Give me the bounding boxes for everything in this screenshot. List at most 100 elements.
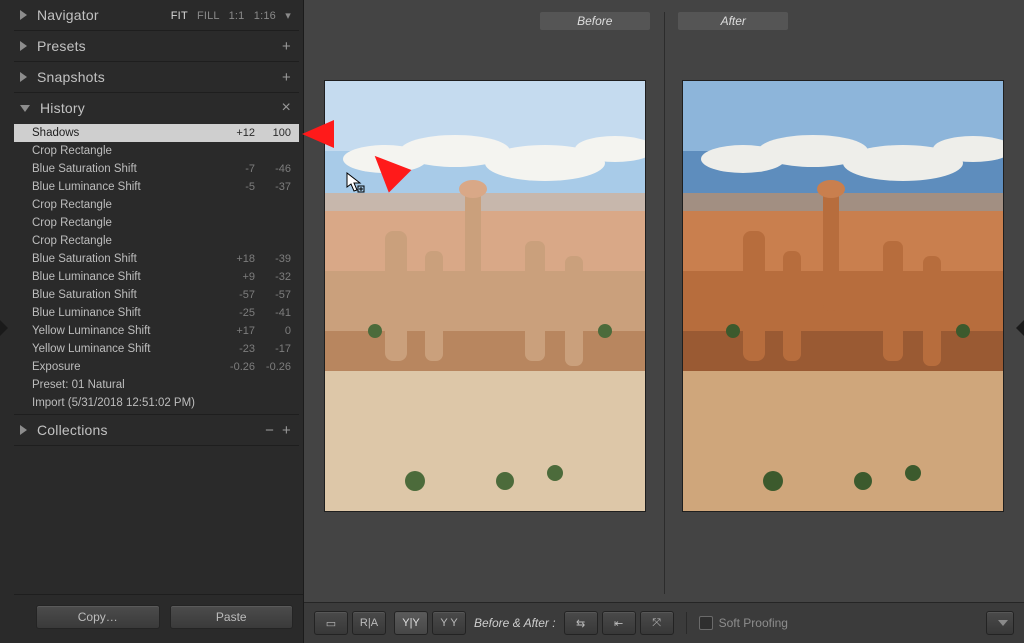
- history-row-value: -0.26: [255, 361, 291, 373]
- zoom-1to1[interactable]: 1:1: [229, 10, 245, 22]
- before-label: Before: [540, 12, 650, 30]
- toolbar-more-button[interactable]: [986, 611, 1014, 635]
- history-row-value: -57: [255, 289, 291, 301]
- history-row[interactable]: Blue Luminance Shift-25-41: [14, 304, 299, 322]
- history-row-name: Shadows: [32, 127, 215, 139]
- history-row-value: -32: [255, 271, 291, 283]
- history-row-name: Exposure: [32, 361, 215, 373]
- history-row-name: Yellow Luminance Shift: [32, 325, 215, 337]
- left-panel-footer: Copy… Paste: [14, 594, 303, 643]
- caret-down-icon: [998, 620, 1008, 626]
- history-row-name: Blue Luminance Shift: [32, 307, 215, 319]
- history-row[interactable]: Yellow Luminance Shift-23-17: [14, 340, 299, 358]
- copy-right-icon: ⤧: [652, 617, 661, 630]
- history-row[interactable]: Crop Rectangle: [14, 214, 299, 232]
- checkbox-icon: [699, 616, 713, 630]
- history-row-delta: +18: [215, 253, 255, 265]
- left-panel-toggle[interactable]: [0, 320, 8, 336]
- history-row-name: Blue Luminance Shift: [32, 271, 215, 283]
- history-row-name: Import (5/31/2018 12:51:02 PM): [32, 397, 215, 409]
- history-row-delta: -23: [215, 343, 255, 355]
- before-photo[interactable]: [324, 80, 646, 512]
- history-row[interactable]: Preset: 01 Natural: [14, 376, 299, 394]
- history-clear-icon[interactable]: ×: [281, 99, 291, 117]
- left-panel: Navigator FIT FILL 1:1 1:16 ▾ Presets: [0, 0, 304, 643]
- cursor-icon: [346, 172, 366, 194]
- history-row-delta: +9: [215, 271, 255, 283]
- toolbar: ▭ R|A Y|Y Y Y Before & After : ⇆ ⇤ ⤧ Sof…: [304, 602, 1024, 643]
- collections-add-icon[interactable]: +: [282, 422, 291, 439]
- copy-before-button[interactable]: ⇤: [602, 611, 636, 635]
- collections-section: Collections − +: [14, 415, 299, 446]
- history-row-name: Crop Rectangle: [32, 217, 215, 229]
- collections-remove-icon[interactable]: −: [265, 422, 274, 439]
- zoom-fit[interactable]: FIT: [171, 10, 188, 22]
- loupe-view-button[interactable]: ▭: [314, 611, 348, 635]
- paste-button[interactable]: Paste: [170, 605, 294, 629]
- disclosure-triangle-icon: [20, 41, 27, 51]
- disclosure-triangle-icon: [20, 425, 27, 435]
- zoom-fill[interactable]: FILL: [197, 10, 219, 22]
- snapshots-add-icon[interactable]: +: [282, 69, 291, 86]
- history-row[interactable]: Blue Saturation Shift+18-39: [14, 250, 299, 268]
- history-row-delta: -7: [215, 163, 255, 175]
- history-row-value: -41: [255, 307, 291, 319]
- navigator-header[interactable]: Navigator FIT FILL 1:1 1:16 ▾: [14, 0, 299, 30]
- before-after-tb-button[interactable]: Y Y: [432, 611, 466, 635]
- zoom-caret-icon[interactable]: ▾: [285, 10, 291, 22]
- paste-button-label: Paste: [216, 610, 247, 624]
- disclosure-triangle-icon: [20, 72, 27, 82]
- soft-proofing-label: Soft Proofing: [719, 616, 788, 630]
- history-row-delta: -57: [215, 289, 255, 301]
- before-after-lr-button[interactable]: Y|Y: [394, 611, 428, 635]
- history-header[interactable]: History ×: [14, 93, 299, 123]
- history-row-name: Yellow Luminance Shift: [32, 343, 215, 355]
- before-pane: Before: [316, 12, 654, 594]
- main-area: Before: [304, 0, 1024, 643]
- presets-add-icon[interactable]: +: [282, 38, 291, 55]
- history-row[interactable]: Blue Saturation Shift-7-46: [14, 160, 299, 178]
- presets-title: Presets: [37, 38, 86, 54]
- history-row[interactable]: Crop Rectangle: [14, 142, 299, 160]
- disclosure-triangle-icon: [20, 105, 30, 112]
- history-title: History: [40, 100, 85, 116]
- right-panel-toggle[interactable]: [1016, 320, 1024, 336]
- compare-row: Before: [304, 0, 1024, 602]
- history-row-value: -39: [255, 253, 291, 265]
- history-row[interactable]: Yellow Luminance Shift+170: [14, 322, 299, 340]
- history-row-delta: -5: [215, 181, 255, 193]
- soft-proofing-checkbox[interactable]: Soft Proofing: [699, 616, 788, 630]
- history-row-name: Blue Saturation Shift: [32, 253, 215, 265]
- zoom-group: FIT FILL 1:1 1:16 ▾: [165, 9, 291, 22]
- copy-button[interactable]: Copy…: [36, 605, 160, 629]
- pane-divider[interactable]: [664, 12, 665, 594]
- ref-view-button[interactable]: R|A: [352, 611, 386, 635]
- zoom-ratio[interactable]: 1:16: [254, 10, 276, 22]
- history-row[interactable]: Blue Saturation Shift-57-57: [14, 286, 299, 304]
- history-row-name: Blue Saturation Shift: [32, 163, 215, 175]
- history-section: History × Shadows+12100Crop RectangleBlu…: [14, 93, 299, 415]
- snapshots-section: Snapshots +: [14, 62, 299, 93]
- history-row[interactable]: Shadows+12100: [14, 124, 299, 142]
- history-row[interactable]: Crop Rectangle: [14, 196, 299, 214]
- history-row-name: Crop Rectangle: [32, 145, 215, 157]
- history-row[interactable]: Import (5/31/2018 12:51:02 PM): [14, 394, 299, 412]
- copy-after-button[interactable]: ⤧: [640, 611, 674, 635]
- snapshots-header[interactable]: Snapshots +: [14, 62, 299, 92]
- history-row-name: Blue Luminance Shift: [32, 181, 215, 193]
- presets-header[interactable]: Presets +: [14, 31, 299, 61]
- presets-section: Presets +: [14, 31, 299, 62]
- history-row-delta: -25: [215, 307, 255, 319]
- history-row[interactable]: Blue Luminance Shift-5-37: [14, 178, 299, 196]
- swap-icon: ⇆: [576, 617, 585, 630]
- collections-header[interactable]: Collections − +: [14, 415, 299, 445]
- after-photo[interactable]: [682, 80, 1004, 512]
- swap-button[interactable]: ⇆: [564, 611, 598, 635]
- disclosure-triangle-icon: [20, 10, 27, 20]
- history-row[interactable]: Exposure-0.26-0.26: [14, 358, 299, 376]
- history-row-value: -37: [255, 181, 291, 193]
- copy-button-label: Copy…: [78, 610, 118, 624]
- history-row[interactable]: Blue Luminance Shift+9-32: [14, 268, 299, 286]
- history-row-name: Blue Saturation Shift: [32, 289, 215, 301]
- history-row[interactable]: Crop Rectangle: [14, 232, 299, 250]
